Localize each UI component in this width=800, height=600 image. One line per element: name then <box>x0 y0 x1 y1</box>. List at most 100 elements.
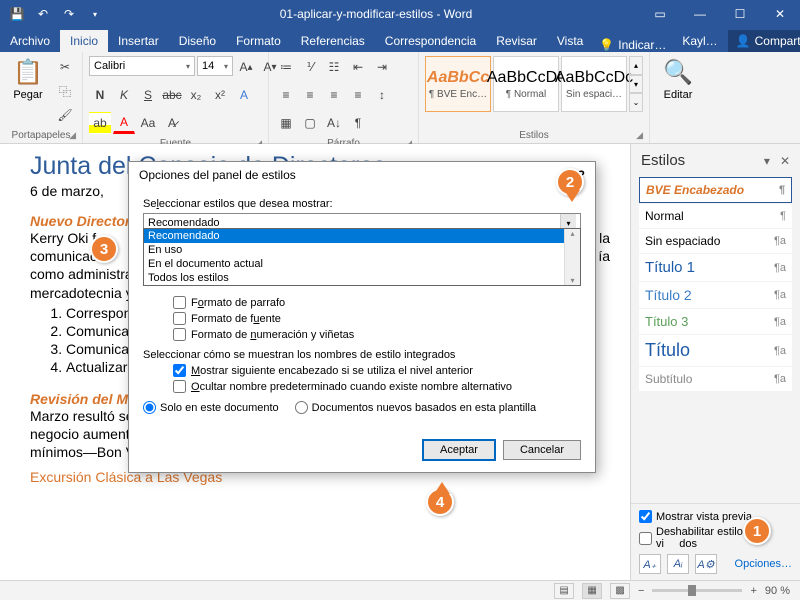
ok-button[interactable]: Aceptar <box>423 440 495 460</box>
option-documento-actual[interactable]: En el documento actual <box>144 257 580 271</box>
style-sin-espaciado[interactable]: AaBbCcDcSin espaci… <box>561 56 627 112</box>
new-style-icon[interactable]: A₊ <box>639 554 661 574</box>
disable-check-input[interactable] <box>639 532 652 545</box>
clear-format-icon[interactable]: A̷ <box>161 112 183 134</box>
share-button[interactable]: 👤Compartir <box>728 30 800 52</box>
tab-design[interactable]: Diseño <box>169 30 226 52</box>
style-item-sin[interactable]: Sin espaciado¶a <box>639 229 792 253</box>
chk-numbering-format[interactable]: Formato de numeración y viñetas <box>173 328 581 341</box>
font-size-combo[interactable]: 14▾ <box>197 56 233 76</box>
zoom-out-icon[interactable]: − <box>638 585 644 597</box>
bullets-icon[interactable]: ≔ <box>275 56 297 78</box>
superscript-button[interactable]: x² <box>209 84 231 106</box>
text-effects-icon[interactable]: A <box>233 84 255 106</box>
clipboard-launcher-icon[interactable]: ◢ <box>69 130 76 141</box>
tab-view[interactable]: Vista <box>547 30 593 52</box>
font-color-icon[interactable]: A <box>113 112 135 134</box>
align-left-icon[interactable]: ≡ <box>275 84 297 106</box>
align-right-icon[interactable]: ≡ <box>323 84 345 106</box>
bold-button[interactable]: N <box>89 84 111 106</box>
editing-button[interactable]: 🔍 Editar <box>656 56 700 103</box>
option-en-uso[interactable]: En uso <box>144 243 580 257</box>
style-item-normal[interactable]: Normal¶ <box>639 204 792 228</box>
sort-icon[interactable]: A↓ <box>323 112 345 134</box>
format-painter-icon[interactable]: 🖌 <box>54 104 76 126</box>
redo-icon[interactable]: ↷ <box>58 3 80 25</box>
zoom-thumb[interactable] <box>688 585 696 596</box>
cancel-button[interactable]: Cancelar <box>503 440 581 460</box>
tab-home[interactable]: Inicio <box>60 30 108 52</box>
borders-icon[interactable]: ▢ <box>299 112 321 134</box>
save-icon[interactable]: 💾 <box>6 3 28 25</box>
subscript-button[interactable]: x₂ <box>185 84 207 106</box>
style-item-sub[interactable]: Subtítulo¶a <box>639 367 792 391</box>
user-name[interactable]: Kayl… <box>672 30 727 52</box>
underline-button[interactable]: S <box>137 84 159 106</box>
grow-font-icon[interactable]: A▴ <box>235 56 257 78</box>
web-layout-icon[interactable]: ▩ <box>610 583 630 599</box>
read-mode-icon[interactable]: ▤ <box>554 583 574 599</box>
justify-icon[interactable]: ≡ <box>347 84 369 106</box>
tab-review[interactable]: Revisar <box>486 30 547 52</box>
radio-new-docs[interactable]: Documentos nuevos basados en esta planti… <box>295 401 536 414</box>
option-recomendado[interactable]: Recomendado <box>144 229 580 243</box>
tab-references[interactable]: Referencias <box>291 30 375 52</box>
line-spacing-icon[interactable]: ↕ <box>371 84 393 106</box>
tell-me[interactable]: 💡Indicar… <box>593 38 672 52</box>
tab-file[interactable]: Archivo <box>0 30 60 52</box>
pane-dropdown-icon[interactable]: ▾ <box>764 154 770 168</box>
align-center-icon[interactable]: ≡ <box>299 84 321 106</box>
style-item-bve[interactable]: BVE Encabezado¶ <box>639 177 792 203</box>
print-layout-icon[interactable]: ▦ <box>582 583 602 599</box>
highlight-icon[interactable]: ab <box>89 112 111 134</box>
gallery-more-icon[interactable]: ⌄ <box>629 93 643 112</box>
pane-close-icon[interactable]: ✕ <box>780 154 790 168</box>
ribbon-options-icon[interactable]: ▭ <box>640 0 680 28</box>
style-item-titulo[interactable]: Título¶a <box>639 335 792 366</box>
style-item-t3[interactable]: Título 3¶a <box>639 309 792 334</box>
style-bve[interactable]: AaBbCc¶ BVE Enc… <box>425 56 491 112</box>
preview-check-input[interactable] <box>639 510 652 523</box>
chk-show-next[interactable]: Mostrar siguiente encabezado si se utili… <box>173 364 581 377</box>
chk-paragraph-format[interactable]: Formato de parrafo <box>173 296 581 309</box>
minimize-icon[interactable]: ― <box>680 0 720 28</box>
strike-button[interactable]: abc <box>161 84 183 106</box>
zoom-level[interactable]: 90 % <box>765 585 790 597</box>
copy-icon[interactable]: ⿻ <box>54 80 76 102</box>
close-icon[interactable]: ✕ <box>760 0 800 28</box>
preview-checkbox[interactable]: Mostrar vista previa <box>639 510 792 523</box>
maximize-icon[interactable]: ☐ <box>720 0 760 28</box>
option-todos[interactable]: Todos los estilos <box>144 271 580 285</box>
manage-styles-icon[interactable]: A⚙ <box>695 554 717 574</box>
radio-this-doc[interactable]: Solo en este documento <box>143 401 279 414</box>
dropdown-scrollbar[interactable]: ▴▾ <box>564 229 580 285</box>
show-marks-icon[interactable]: ¶ <box>347 112 369 134</box>
cut-icon[interactable]: ✂ <box>54 56 76 78</box>
italic-button[interactable]: K <box>113 84 135 106</box>
numbering-icon[interactable]: ⅟ <box>299 56 321 78</box>
style-inspector-icon[interactable]: Aᵢ <box>667 554 689 574</box>
tab-layout[interactable]: Formato <box>226 30 291 52</box>
gallery-up-icon[interactable]: ▴ <box>629 56 643 75</box>
chk-font-format[interactable]: Formato de fuente <box>173 312 581 325</box>
styles-launcher-icon[interactable]: ◢ <box>636 130 643 141</box>
undo-icon[interactable]: ↶ <box>32 3 54 25</box>
shading-icon[interactable]: ▦ <box>275 112 297 134</box>
tab-mailings[interactable]: Correspondencia <box>375 30 486 52</box>
qat-dropdown-icon[interactable]: ▾ <box>84 3 106 25</box>
multilevel-icon[interactable]: ☷ <box>323 56 345 78</box>
chk-hide-default[interactable]: Ocultar nombre predeterminado cuando exi… <box>173 380 581 393</box>
gallery-down-icon[interactable]: ▾ <box>629 75 643 94</box>
pane-options-link[interactable]: Opciones… <box>735 558 792 570</box>
zoom-in-icon[interactable]: + <box>750 585 756 597</box>
font-name-combo[interactable]: Calibri▾ <box>89 56 195 76</box>
zoom-slider[interactable] <box>652 589 742 592</box>
increase-indent-icon[interactable]: ⇥ <box>371 56 393 78</box>
change-case-icon[interactable]: Aa <box>137 112 159 134</box>
tab-insert[interactable]: Insertar <box>108 30 169 52</box>
style-normal[interactable]: AaBbCcDc¶ Normal <box>493 56 559 112</box>
style-item-t2[interactable]: Título 2¶a <box>639 282 792 308</box>
paste-button[interactable]: 📋 Pegar <box>6 56 50 103</box>
decrease-indent-icon[interactable]: ⇤ <box>347 56 369 78</box>
style-item-t1[interactable]: Título 1¶a <box>639 254 792 281</box>
